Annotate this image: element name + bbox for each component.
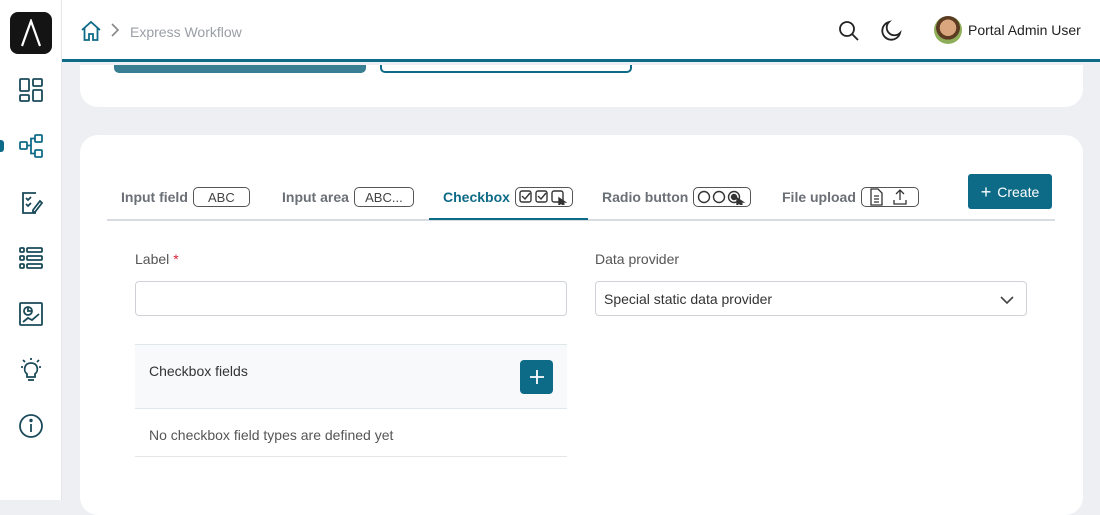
home-icon[interactable]	[80, 20, 102, 47]
primary-action-button[interactable]	[114, 65, 366, 73]
avatar	[934, 16, 962, 44]
field-type-tabs: Input field ABC Input area ABC... Checkb…	[107, 175, 1055, 221]
data-provider-label: Data provider	[595, 251, 680, 267]
chevron-down-icon	[1000, 292, 1014, 308]
field-editor-card: Input field ABC Input area ABC... Checkb…	[80, 135, 1083, 515]
radio-group-icon	[693, 187, 752, 207]
label-input[interactable]	[135, 281, 567, 316]
text-box-icon: ABC	[192, 187, 250, 207]
tab-label: Radio button	[602, 189, 689, 205]
tab-file-upload[interactable]: File upload	[768, 175, 927, 219]
label-field-label: Label *	[135, 251, 179, 267]
text-area-icon: ABC...	[353, 187, 414, 207]
user-name: Portal Admin User	[968, 22, 1081, 38]
tab-label: File upload	[782, 189, 856, 205]
plus-icon: +	[980, 181, 992, 202]
data-provider-value: Special static data provider	[604, 290, 773, 307]
tab-label: Input area	[282, 189, 349, 205]
chevron-right-icon	[110, 23, 120, 42]
search-icon[interactable]	[838, 20, 860, 47]
top-bar: Express Workflow Portal Admin User	[62, 0, 1100, 62]
tab-label: Input field	[121, 189, 188, 205]
label-text: Label	[135, 251, 170, 267]
user-menu[interactable]: Portal Admin User	[934, 15, 1081, 45]
create-button-label: Create	[997, 183, 1040, 200]
moon-icon[interactable]	[880, 20, 902, 47]
breadcrumb[interactable]: Express Workflow	[130, 24, 242, 40]
sidebar	[0, 0, 62, 500]
tab-checkbox[interactable]: Checkbox	[429, 175, 581, 219]
tab-radio-button[interactable]: Radio button	[588, 175, 759, 219]
checkbox-fields-title: Checkbox fields	[149, 363, 248, 379]
task-checklist-icon[interactable]	[0, 182, 62, 222]
info-icon[interactable]	[0, 406, 62, 446]
checkbox-group-icon	[514, 187, 573, 207]
report-chart-icon[interactable]	[0, 294, 62, 334]
lambda-logo-icon[interactable]	[10, 12, 52, 54]
file-upload-icon	[860, 187, 919, 207]
checkbox-fields-header: Checkbox fields	[135, 345, 567, 409]
data-provider-select[interactable]: Special static data provider	[595, 281, 1027, 316]
list-icon[interactable]	[0, 238, 62, 278]
add-checkbox-field-button[interactable]	[520, 360, 553, 394]
checkbox-fields-panel: Checkbox fields No checkbox field types …	[135, 344, 567, 457]
plus-icon	[529, 370, 544, 384]
tab-input-field[interactable]: Input field ABC	[107, 175, 258, 219]
lightbulb-icon[interactable]	[0, 350, 62, 390]
tab-input-area[interactable]: Input area ABC...	[268, 175, 422, 219]
top-card	[80, 65, 1083, 107]
empty-state-message: No checkbox field types are defined yet	[149, 427, 394, 443]
required-mark: *	[173, 251, 179, 267]
active-tab-indicator	[429, 218, 588, 220]
create-button[interactable]: + Create	[968, 174, 1052, 209]
secondary-action-button[interactable]	[380, 65, 632, 73]
dashboard-icon[interactable]	[0, 70, 62, 110]
tab-label: Checkbox	[443, 189, 510, 205]
workflow-icon[interactable]	[0, 126, 62, 166]
